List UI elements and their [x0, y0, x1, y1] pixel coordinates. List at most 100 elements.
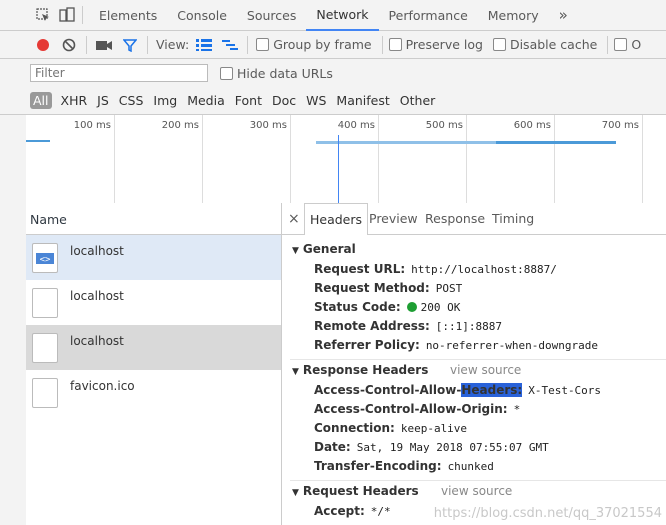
status-ok-dot-icon: [406, 302, 417, 312]
header-key: Access-Control-Allow-Origin:: [314, 402, 508, 416]
header-row: Connection: keep-alive: [314, 421, 467, 435]
offline-checkbox[interactable]: O: [614, 37, 641, 52]
view-source-link[interactable]: view source: [441, 484, 512, 498]
general-title: General: [302, 242, 356, 256]
timeline-tick: 500 ms: [426, 115, 467, 203]
tab-console[interactable]: Console: [167, 0, 237, 31]
tab-performance[interactable]: Performance: [379, 0, 478, 31]
type-js[interactable]: JS: [92, 92, 114, 109]
request-name: localhost: [70, 334, 124, 348]
checkbox-box[interactable]: [492, 38, 506, 51]
view-label: View:: [156, 37, 190, 52]
header-row: Request URL: http://localhost:8887/: [314, 262, 557, 276]
video-camera-icon[interactable]: [95, 36, 113, 54]
document-file-icon: <>: [32, 243, 58, 273]
disable-cache-checkbox[interactable]: Disable cache: [492, 37, 598, 52]
close-detail-button[interactable]: ×: [288, 203, 300, 235]
tab-memory[interactable]: Memory: [478, 0, 549, 31]
timeline-request-bar: [316, 141, 506, 144]
disable-cache-label: Disable cache: [509, 37, 598, 52]
header-key: Status Code:: [314, 300, 401, 314]
detail-tab-bar: × Headers Preview Response Timing: [282, 203, 666, 236]
toolbar-divider: [86, 35, 87, 54]
type-xhr[interactable]: XHR: [56, 92, 93, 109]
request-row-selected[interactable]: localhost: [26, 325, 282, 370]
filter-bar: Hide data URLs: [0, 59, 666, 87]
filter-funnel-icon[interactable]: [121, 36, 139, 54]
type-img[interactable]: Img: [148, 92, 182, 109]
timeline-overview[interactable]: 100 ms 200 ms 300 ms 400 ms 500 ms 600 m…: [26, 115, 666, 204]
checkbox-box[interactable]: [220, 66, 233, 80]
tick-label: 200 ms: [161, 120, 199, 131]
toolbar-divider: [147, 35, 148, 54]
collapse-triangle-icon[interactable]: ▼: [292, 488, 299, 498]
request-list-empty-area: [26, 415, 282, 525]
group-by-frame-checkbox[interactable]: Group by frame: [256, 37, 372, 52]
section-divider: [290, 480, 666, 481]
request-row[interactable]: favicon.ico: [26, 370, 282, 415]
general-section-header[interactable]: ▼ General: [292, 242, 356, 256]
checkbox-box[interactable]: [614, 38, 628, 51]
type-ws[interactable]: WS: [301, 92, 331, 109]
header-value: no-referrer-when-downgrade: [425, 339, 598, 352]
request-name: favicon.ico: [70, 379, 135, 393]
clear-icon[interactable]: [60, 36, 78, 54]
type-font[interactable]: Font: [230, 92, 267, 109]
header-value: keep-alive: [400, 422, 468, 435]
tab-sources[interactable]: Sources: [237, 0, 306, 31]
tab-network[interactable]: Network: [306, 0, 379, 31]
type-media[interactable]: Media: [182, 92, 230, 109]
view-source-link[interactable]: view source: [450, 363, 521, 377]
header-key: Date:: [314, 440, 351, 454]
timeline-request-bar: [26, 140, 50, 142]
header-row: Remote Address: [::1]:8887: [314, 319, 502, 333]
request-headers-section-header[interactable]: ▼ Request Headers: [292, 484, 419, 498]
checkbox-box[interactable]: [388, 38, 402, 51]
header-value: 200 OK: [420, 301, 461, 314]
selected-header-key-text: Headers:: [461, 383, 523, 397]
header-row: Accept: */*: [314, 504, 391, 518]
inspect-element-icon[interactable]: [34, 6, 52, 24]
type-all[interactable]: All: [30, 92, 52, 109]
tab-elements[interactable]: Elements: [89, 0, 167, 31]
timeline-tick: 400 ms: [338, 115, 379, 203]
collapse-triangle-icon[interactable]: ▼: [292, 246, 299, 256]
request-row[interactable]: localhost: [26, 280, 282, 325]
response-headers-title: Response Headers: [302, 363, 429, 377]
header-key: Request Method:: [314, 281, 430, 295]
type-doc[interactable]: Doc: [267, 92, 301, 109]
type-manifest[interactable]: Manifest: [331, 92, 394, 109]
more-tabs-button[interactable]: »: [549, 0, 578, 31]
request-row[interactable]: <> localhost: [26, 235, 282, 280]
record-icon[interactable]: [34, 36, 52, 54]
type-css[interactable]: CSS: [114, 92, 149, 109]
header-value: X-Test-Cors: [528, 384, 602, 397]
header-row: Transfer-Encoding: chunked: [314, 459, 494, 473]
name-column-header[interactable]: Name: [26, 203, 282, 235]
hide-data-urls-checkbox[interactable]: Hide data URLs: [220, 66, 333, 81]
request-name: localhost: [70, 289, 124, 303]
type-other[interactable]: Other: [395, 92, 441, 109]
header-row: Status Code: 200 OK: [314, 300, 460, 314]
timeline-tick: 100 ms: [74, 115, 115, 203]
header-row: Referrer Policy: no-referrer-when-downgra…: [314, 338, 598, 352]
waterfall-overview-icon[interactable]: [221, 36, 239, 54]
tab-headers[interactable]: Headers: [304, 203, 369, 236]
header-key: Connection:: [314, 421, 395, 435]
hide-data-urls-label: Hide data URLs: [237, 65, 333, 81]
header-key: Remote Address:: [314, 319, 430, 333]
tick-label: 600 ms: [513, 120, 551, 131]
collapse-triangle-icon[interactable]: ▼: [292, 367, 299, 377]
preserve-log-checkbox[interactable]: Preserve log: [388, 37, 483, 52]
header-row: Access-Control-Allow-Headers: X-Test-Cors: [314, 383, 601, 397]
toolbar-divider: [247, 35, 249, 54]
tab-response[interactable]: Response: [425, 203, 485, 235]
tab-preview[interactable]: Preview: [369, 203, 418, 235]
tick-label: 300 ms: [249, 120, 287, 131]
filter-input[interactable]: [30, 64, 208, 82]
response-headers-section-header[interactable]: ▼ Response Headers: [292, 363, 428, 377]
checkbox-box[interactable]: [256, 38, 270, 51]
device-toolbar-icon[interactable]: [58, 6, 76, 24]
large-rows-icon[interactable]: [195, 36, 213, 54]
tab-timing[interactable]: Timing: [492, 203, 534, 235]
